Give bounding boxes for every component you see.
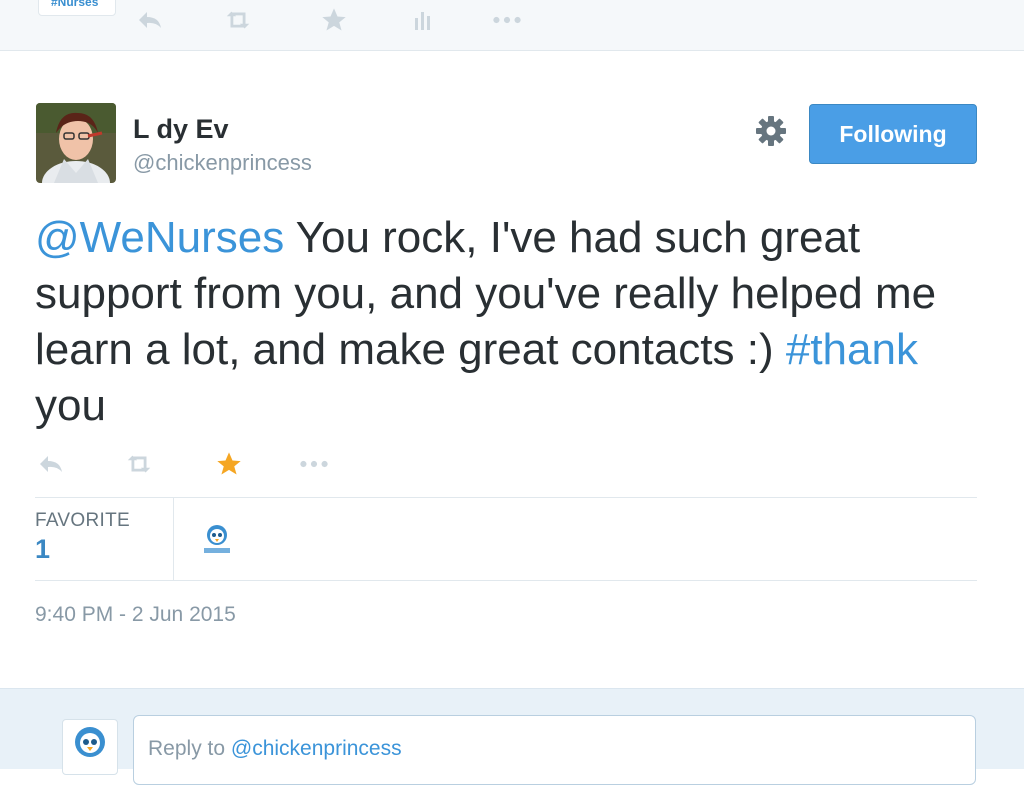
favorite-stat-count[interactable]: 1 — [35, 534, 50, 565]
favorite-icon[interactable] — [214, 449, 244, 479]
author-avatar[interactable] — [36, 103, 116, 183]
reply-icon[interactable] — [135, 5, 165, 35]
more-icon[interactable] — [492, 5, 522, 35]
previous-tweet-avatar[interactable]: #Nurses — [38, 0, 116, 16]
hashtag-link[interactable]: #thank — [786, 325, 918, 374]
tweet-timestamp[interactable]: 9:40 PM - 2 Jun 2015 — [35, 603, 236, 627]
favorite-stat-label[interactable]: FAVORITE — [35, 510, 130, 532]
stats-divider — [173, 498, 174, 580]
author-username[interactable]: @chickenprincess — [133, 150, 312, 176]
tweet-text: @WeNurses You rock, I've had such great … — [35, 210, 995, 434]
tweet-stats: FAVORITE 1 — [35, 497, 977, 581]
reply-placeholder-prefix: Reply to — [148, 737, 231, 760]
reply-area: Reply to @chickenprincess — [0, 688, 1024, 785]
retweet-icon[interactable] — [124, 449, 154, 479]
previous-tweet-avatar-text: #Nurses — [51, 0, 99, 9]
retweet-icon[interactable] — [223, 5, 253, 35]
reply-icon[interactable] — [36, 449, 66, 479]
reply-avatar — [62, 719, 118, 775]
reply-placeholder-mention: @chickenprincess — [230, 737, 402, 760]
more-icon[interactable] — [299, 449, 329, 479]
reply-input[interactable]: Reply to @chickenprincess — [133, 715, 976, 785]
reply-placeholder: Reply to @chickenprincess — [148, 737, 402, 761]
following-button[interactable]: Following — [809, 104, 977, 164]
mention-link[interactable]: @WeNurses — [35, 213, 284, 262]
favorite-icon[interactable] — [319, 5, 349, 35]
tweet-tail: you — [35, 381, 106, 430]
author-fullname[interactable]: L dy Ev — [133, 114, 229, 145]
gear-icon[interactable] — [752, 112, 790, 150]
previous-tweet-footer: #Nurses — [0, 0, 1024, 51]
stats-icon[interactable] — [408, 5, 438, 35]
favoriter-avatar[interactable] — [200, 522, 234, 556]
